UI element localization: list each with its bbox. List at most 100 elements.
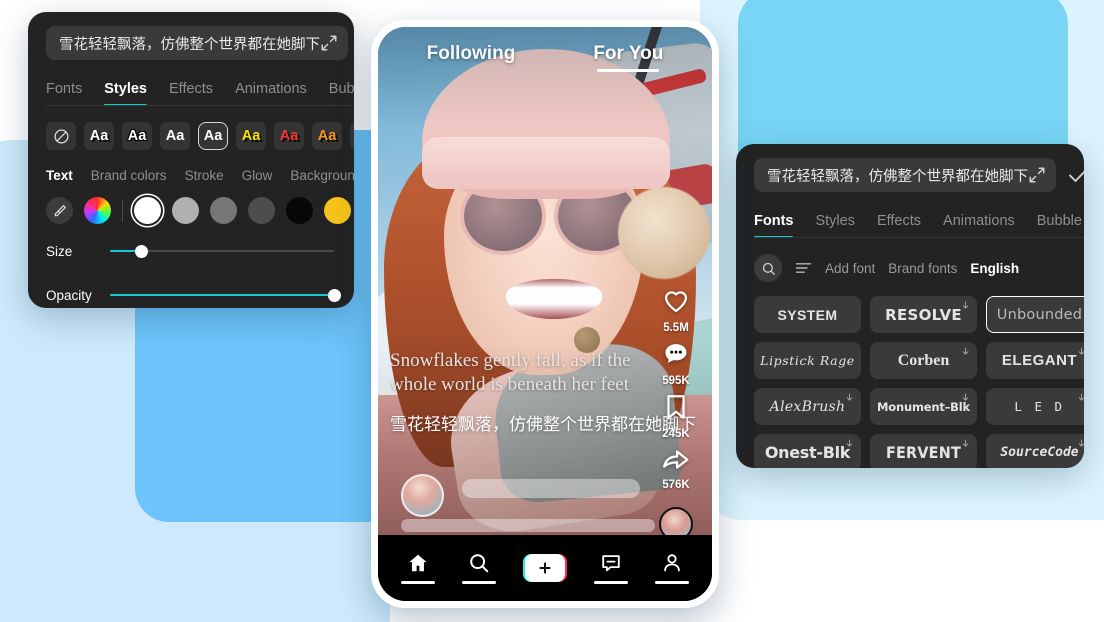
list-icon[interactable] (795, 261, 812, 275)
style-chip-yellow[interactable]: Aa (236, 122, 266, 150)
fonts-tab-animations[interactable]: Animations (943, 213, 1015, 238)
nav-search[interactable] (462, 552, 497, 584)
nav-home[interactable] (401, 552, 436, 584)
home-icon (409, 554, 428, 572)
styles-subtab-text[interactable]: Text (46, 168, 73, 183)
add-font-link[interactable]: Add font (825, 261, 875, 276)
fonts-tab-fonts[interactable]: Fonts (754, 213, 794, 238)
download-icon[interactable] (961, 300, 970, 311)
profile-icon (663, 554, 680, 572)
style-chip-plain-white-selected[interactable]: Aa (198, 122, 228, 150)
color-swatch-black[interactable] (286, 197, 313, 224)
rail-heart[interactable]: 5.5M (662, 287, 690, 334)
download-icon[interactable] (845, 392, 854, 403)
font-tile-elegant[interactable]: ELEGANT (986, 342, 1084, 379)
action-rail: 5.5M 595K 245K 576K (650, 287, 702, 541)
font-tile-system[interactable]: SYSTEM (754, 296, 861, 333)
styles-tab-animations[interactable]: Animations (235, 81, 307, 106)
font-tile-fervent[interactable]: FERVENT (870, 434, 977, 468)
download-icon[interactable] (1077, 346, 1084, 357)
language-selector[interactable]: English (970, 261, 1019, 276)
expand-icon[interactable] (320, 34, 338, 52)
font-tile-label: Lipstick Rage (760, 353, 855, 368)
download-icon[interactable] (961, 438, 970, 449)
font-tile-corben[interactable]: Corben (870, 342, 977, 379)
download-icon[interactable] (961, 392, 970, 403)
caption-english: Snowflakes gently fall, as if the whole … (390, 350, 631, 396)
feed-tab-for-you[interactable]: For You (593, 43, 663, 72)
styles-text-value: 雪花轻轻飘落，仿佛整个世界都在她脚下 (59, 36, 320, 53)
color-swatch-white[interactable] (134, 197, 161, 224)
style-chip-shadow-black[interactable]: Aa (84, 122, 114, 150)
download-icon[interactable] (1077, 438, 1084, 449)
styles-subtab-glow[interactable]: Glow (242, 168, 273, 183)
style-chip-outline[interactable]: Aa (122, 122, 152, 150)
expand-icon[interactable] (1028, 166, 1046, 184)
nav-underline (462, 581, 497, 584)
nav-profile[interactable] (654, 552, 689, 584)
download-icon[interactable] (845, 438, 854, 449)
screenshot-root: 雪花轻轻飘落，仿佛整个世界都在她脚下 Fonts Styles Effects Ani… (0, 0, 1104, 622)
style-chip-blue[interactable]: Aa (350, 122, 354, 150)
styles-tab-fonts[interactable]: Fonts (46, 81, 82, 106)
styles-tab-styles[interactable]: Styles (104, 81, 147, 106)
video-caption: Snowflakes gently fall, as if the whole … (390, 349, 696, 435)
font-tile-unbounded[interactable]: Unbounded (986, 296, 1084, 333)
fonts-tab-styles[interactable]: Styles (815, 213, 855, 238)
style-chip-orange[interactable]: Aa (312, 122, 342, 150)
rail-comment[interactable]: 595K (662, 340, 690, 387)
color-swatch-mid-grey[interactable] (210, 197, 237, 224)
check-icon[interactable] (1066, 163, 1084, 187)
style-chip-none[interactable] (46, 122, 76, 150)
search-icon[interactable] (754, 254, 782, 282)
fonts-text-input[interactable]: 雪花轻轻飘落，仿佛整个世界都在她脚下 (754, 158, 1056, 192)
font-tile-l-e-d[interactable]: L E D (986, 388, 1084, 425)
styles-subtab-stroke[interactable]: Stroke (185, 168, 224, 183)
rail-share[interactable]: 576K (662, 446, 690, 491)
style-chip-label: Aa (165, 128, 185, 144)
comment-icon (662, 340, 690, 373)
brand-fonts-link[interactable]: Brand fonts (888, 261, 957, 276)
rail-count: 245K (662, 428, 690, 440)
slider-track-size[interactable] (110, 244, 334, 258)
font-tile-monument-blk[interactable]: Monument–Blk (870, 388, 977, 425)
download-icon[interactable] (961, 346, 970, 357)
style-chip-label: Aa (317, 128, 337, 144)
avatar[interactable] (401, 474, 444, 517)
font-tile-alexbrush[interactable]: AlexBrush (754, 388, 861, 425)
font-tile-label: RESOLVE (885, 305, 962, 324)
styles-subtab-brand-colors[interactable]: Brand colors (91, 168, 167, 183)
color-swatch-yellow[interactable] (324, 197, 351, 224)
slider-group: Size Opacity (46, 240, 354, 306)
font-grid: SYSTEM RESOLVE Unbounded Lipstick Rage Corbe… (754, 296, 1084, 468)
style-chip-plain-white[interactable]: Aa (160, 122, 190, 150)
swatch-divider (122, 199, 123, 222)
color-swatch-light-grey[interactable] (172, 197, 199, 224)
font-tile-onest-blk[interactable]: Onest-Blk (754, 434, 861, 468)
slider-knob-opacity[interactable] (327, 288, 341, 302)
slider-knob-size[interactable] (134, 244, 148, 258)
font-tile-sourcecode[interactable]: SourceCode (986, 434, 1084, 468)
style-chip-red[interactable]: Aa (274, 122, 304, 150)
slider-track-opacity[interactable] (110, 288, 341, 302)
nav-inbox[interactable] (593, 552, 628, 584)
rail-bookmark[interactable]: 245K (662, 393, 690, 440)
styles-text-input[interactable]: 雪花轻轻飘落，仿佛整个世界都在她脚下 (46, 26, 348, 60)
font-tile-lipstick-rage[interactable]: Lipstick Rage (754, 342, 861, 379)
nav-create[interactable] (522, 554, 567, 582)
styles-tab-effects[interactable]: Effects (169, 81, 213, 106)
styles-tab-strip: FontsStylesEffectsAnimationsBubblePres (46, 72, 354, 106)
download-icon[interactable] (1077, 392, 1084, 403)
share-icon (662, 446, 690, 477)
font-tile-resolve[interactable]: RESOLVE (870, 296, 977, 333)
color-swatch-dark-grey[interactable] (248, 197, 275, 224)
fonts-tab-divider (754, 237, 1084, 238)
styles-subtab-background[interactable]: Background (290, 168, 354, 183)
color-swatch-color-wheel[interactable] (84, 197, 111, 224)
styles-tab-bubble[interactable]: Bubble (329, 81, 354, 106)
feed-tab-following[interactable]: Following (427, 43, 516, 65)
color-swatch-eyedropper[interactable] (46, 197, 73, 224)
fonts-tab-bubble[interactable]: Bubble (1037, 213, 1082, 238)
fonts-tab-effects[interactable]: Effects (877, 213, 921, 238)
fonts-toolbar: Add font Brand fonts English (754, 254, 1084, 282)
